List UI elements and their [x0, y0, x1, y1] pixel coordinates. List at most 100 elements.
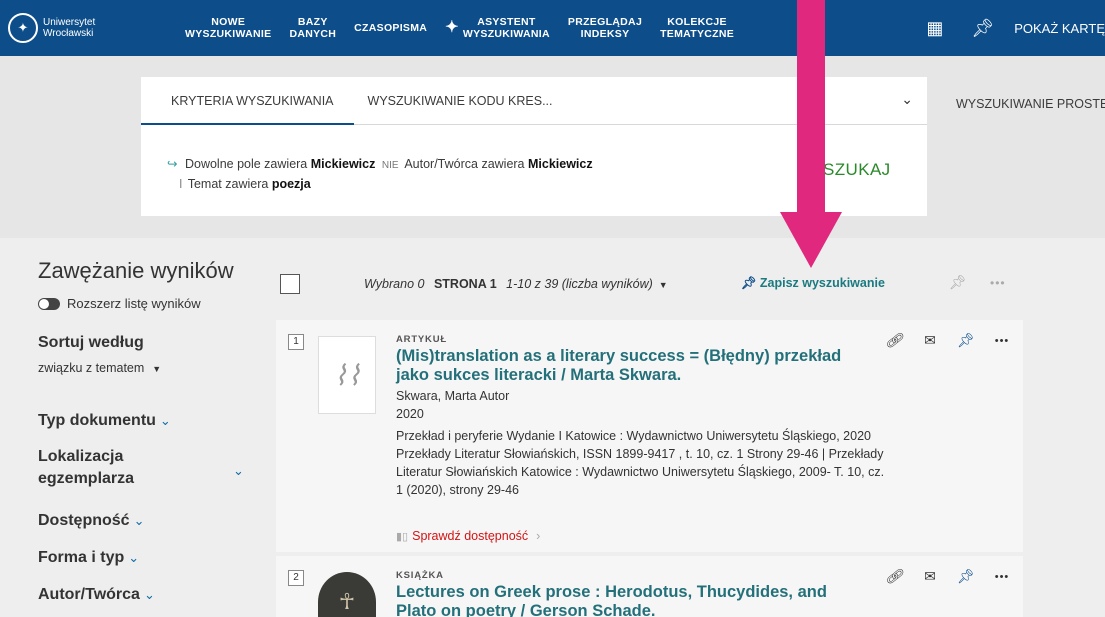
facet-availability[interactable]: Dostępność ⌄ — [38, 512, 144, 530]
result-detail-line: Przekład i peryferie Wydanie I Katowice … — [396, 429, 871, 443]
result-title-line: Plato on poetry / Gerson Schade. — [396, 602, 656, 617]
criteria-value-3: poezja — [271, 177, 311, 191]
mail-icon[interactable]: ✉ — [912, 568, 948, 585]
availability-label: Sprawdź dostępność — [412, 529, 529, 543]
chevron-down-icon[interactable]: ⌄ — [901, 91, 913, 108]
result-type: ARTYKUŁ — [396, 334, 447, 345]
logo-line-1: Uniwersytet — [43, 17, 96, 28]
result-number: 1 — [288, 334, 304, 350]
chevron-down-icon: ⌄ — [128, 550, 140, 565]
search-criteria[interactable]: ↪ Dowolne pole zawiera Mickiewicz NIE Au… — [167, 155, 727, 194]
result-detail-line: Literatur Słowiańskich Katowice : Wydawn… — [396, 465, 885, 479]
nav-browse-indexes[interactable]: PRZEGLĄDAJ INDEKSY — [559, 16, 651, 40]
criteria-field-1: Dowolne pole zawiera — [184, 157, 308, 171]
result-title-line: jako sukces literacki / Marta Skwara. — [396, 366, 682, 384]
logo-line-2: Wrocławski — [43, 28, 94, 39]
crest-icon: ✦ — [8, 13, 38, 43]
more-icon[interactable]: ••• — [984, 335, 1020, 347]
criteria-field-2: Autor/Twórca zawiera — [404, 157, 525, 171]
criteria-value-2: Mickiewicz — [528, 157, 593, 171]
book-icon: ▮▯ — [396, 531, 409, 543]
nav-search-assistant[interactable]: ✦ ASYSTENT WYSZUKIWANIA — [436, 16, 559, 40]
nav-journals[interactable]: CZASOPISMA — [345, 22, 436, 34]
result-type: KSIĄŻKA — [396, 570, 444, 581]
expand-results-toggle[interactable]: Rozszerz listę wyników — [38, 296, 258, 311]
pin-icon[interactable]: 📌︎ — [948, 568, 984, 585]
annotation-arrow-shaft — [797, 0, 825, 214]
sort-value: związku z tematem — [38, 361, 145, 375]
facet-form-type[interactable]: Forma i typ ⌄ — [38, 549, 139, 567]
result-title-line: (Mis)translation as a literary success =… — [396, 347, 842, 365]
toggle-switch[interactable] — [38, 297, 60, 310]
chevron-down-icon: ⌄ — [233, 463, 244, 478]
nav-databases[interactable]: BAZY DANYCH — [280, 16, 345, 40]
facet-label: Dostępność — [38, 512, 130, 529]
search-button[interactable]: SZUKAJ — [823, 160, 891, 180]
qr-code-icon[interactable]: ▦ — [926, 18, 943, 39]
result-item[interactable]: 1 ⌇⌇ ARTYKUŁ (Mis)translation as a liter… — [276, 320, 1023, 552]
result-number: 2 — [288, 570, 304, 586]
link-icon[interactable]: 🔗︎ — [876, 568, 912, 585]
facets-title: Zawężanie wyników — [38, 258, 234, 283]
arrow-right-icon: ↪ — [167, 157, 178, 171]
facet-document-type[interactable]: Typ dokumentu ⌄ — [38, 412, 171, 430]
mail-icon[interactable]: ✉ — [912, 332, 948, 349]
nav-new-search[interactable]: NOWE WYSZUKIWANIE — [176, 16, 280, 40]
results-summary: Wybrano 0 STRONA 1 1-10 z 39 (liczba wyn… — [364, 277, 668, 291]
caret-down-icon[interactable]: ▼ — [659, 280, 668, 290]
result-detail-line: 1 (2020), strony 29-46 — [396, 483, 519, 497]
more-icon[interactable]: ••• — [984, 571, 1020, 583]
chevron-down-icon: ⌄ — [143, 587, 155, 602]
simple-search-link[interactable]: WYSZUKIWANIE PROSTE — [956, 97, 1105, 111]
criteria-value-1: Mickiewicz — [310, 157, 376, 171]
book-cover-thumbnail[interactable]: ☥ — [318, 572, 376, 617]
chevron-down-icon: ⌄ — [159, 413, 171, 428]
page-indicator: STRONA 1 — [433, 277, 497, 291]
tab-search-criteria[interactable]: KRYTERIA WYSZUKIWANIA — [141, 77, 354, 125]
result-year: 2020 — [396, 407, 424, 421]
criteria-field-3: Temat zawiera — [187, 177, 269, 191]
facet-label: Forma i typ — [38, 549, 125, 566]
facet-label: Lokalizacja egzemplarza — [38, 448, 135, 487]
facets-sidebar: Zawężanie wyników Rozszerz listę wyników… — [38, 258, 258, 375]
sort-heading: Sortuj według — [38, 334, 144, 351]
result-author: Skwara, Marta Autor — [396, 389, 510, 403]
facet-location[interactable]: Lokalizacja egzemplarza ⌄ — [38, 446, 246, 490]
nav-search-assistant-label: ASYSTENT WYSZUKIWANIA — [462, 16, 550, 40]
results-range[interactable]: 1-10 z 39 (liczba wyników) — [506, 277, 653, 291]
article-thumbnail-icon[interactable]: ⌇⌇ — [318, 336, 376, 414]
sparkle-icon: ✦ — [445, 19, 459, 36]
cover-figure-icon: ☥ — [338, 589, 356, 614]
show-card-link[interactable]: POKAŻ KARTĘ — [1014, 21, 1105, 36]
result-actions: 🔗︎ ✉ 📌︎ ••• — [876, 332, 1020, 349]
check-availability-link[interactable]: ▮▯ Sprawdź dostępność › — [396, 529, 540, 543]
result-detail-line: Przekłady Literatur Słowiańskich, ISSN 1… — [396, 447, 884, 461]
chevron-right-icon: › — [536, 529, 541, 543]
result-title[interactable]: (Mis)translation as a literary success =… — [396, 347, 896, 385]
result-details: Przekład i peryferie Wydanie I Katowice … — [396, 427, 976, 499]
sort-select[interactable]: związku z tematem ▼ — [38, 361, 258, 375]
pin-icon[interactable]: 📌︎ — [948, 332, 984, 349]
selected-count: Wybrano 0 — [364, 277, 425, 291]
tab-barcode-search[interactable]: WYSZUKIWANIE KODU KRES... — [354, 77, 573, 125]
link-icon[interactable]: 🔗︎ — [876, 332, 912, 349]
facet-author[interactable]: Autor/Twórca ⌄ — [38, 586, 155, 604]
more-icon[interactable]: ••• — [990, 276, 1006, 290]
facet-label: Typ dokumentu — [38, 412, 156, 429]
save-search-button[interactable]: 📌︎ Zapisz wyszukiwanie — [741, 276, 885, 291]
pin-icon[interactable]: 📌︎ — [949, 274, 967, 291]
select-all-checkbox[interactable] — [280, 274, 300, 294]
caret-down-icon: ▼ — [152, 364, 162, 374]
chevron-down-icon: ⌄ — [133, 513, 145, 528]
result-title[interactable]: Lectures on Greek prose : Herodotus, Thu… — [396, 583, 896, 617]
save-search-label: Zapisz wyszukiwanie — [759, 276, 885, 290]
nav-thematic-collections[interactable]: KOLEKCJE TEMATYCZNE — [651, 16, 743, 40]
university-logo[interactable]: ✦ Uniwersytet Wrocławski — [8, 13, 176, 43]
result-actions: 🔗︎ ✉ 📌︎ ••• — [876, 568, 1020, 585]
annotation-arrow-head — [780, 212, 842, 268]
criteria-separator: I — [179, 177, 183, 191]
pin-icon: 📌︎ — [741, 276, 757, 290]
pin-icon[interactable]: 📌︎ — [971, 18, 994, 39]
result-item[interactable]: 2 ☥ KSIĄŻKA Lectures on Greek prose : He… — [276, 556, 1023, 617]
expand-results-label: Rozszerz listę wyników — [67, 296, 201, 311]
